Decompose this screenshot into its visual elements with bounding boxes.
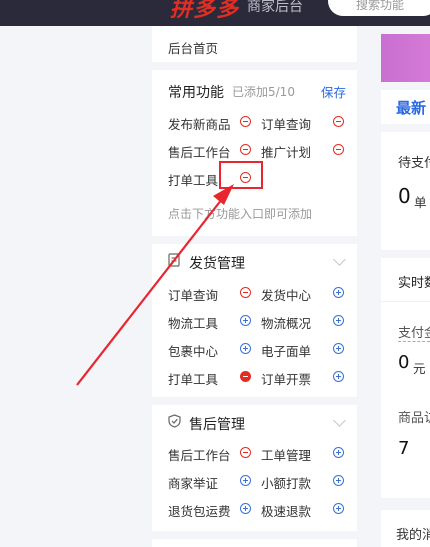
annotation-arrow	[76, 184, 234, 386]
